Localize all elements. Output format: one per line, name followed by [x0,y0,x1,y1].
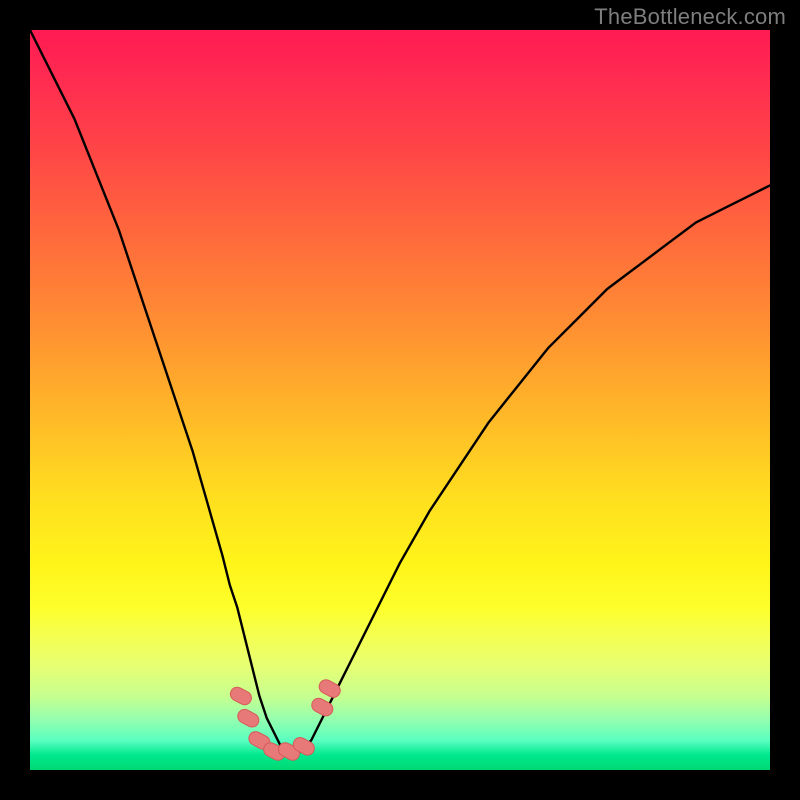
plot-area [30,30,770,770]
chart-svg [30,30,770,770]
watermark-text: TheBottleneck.com [594,4,786,30]
marker [317,677,343,699]
marker [228,685,254,707]
bottleneck-curve [30,30,770,755]
chart-frame: TheBottleneck.com [0,0,800,800]
highlighted-points [228,677,343,762]
marker [235,707,261,729]
